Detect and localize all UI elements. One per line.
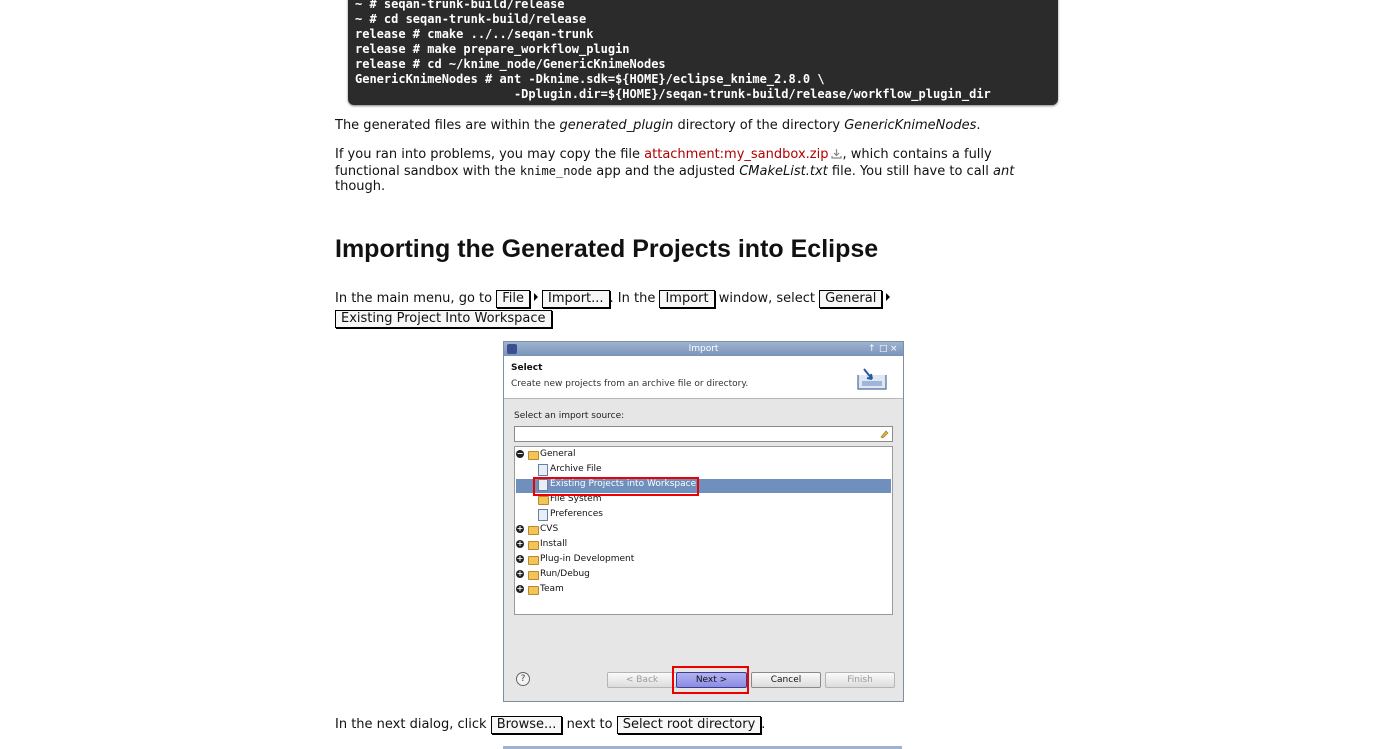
text: . In the <box>609 291 660 306</box>
paragraph-problems-line3: though. <box>335 179 385 195</box>
paragraph-next-dialog: In the next dialog, click Browse... next… <box>335 716 765 734</box>
paragraph-menu-path-line2: Existing Project Into Workspace <box>335 310 552 328</box>
text: window, select <box>714 291 820 306</box>
tree-item-label: Plug-in Development <box>540 554 635 564</box>
folder-icon <box>528 541 539 550</box>
highlight-box-existing-projects <box>533 477 699 496</box>
existing-project-label: Existing Project Into Workspace <box>335 310 552 328</box>
paragraph-generated-files: The generated files are within the gener… <box>335 118 980 134</box>
text: In the next dialog, click <box>335 717 491 732</box>
expand-icon[interactable]: + <box>516 525 524 533</box>
dialog-header: Select Create new projects from an archi… <box>504 356 903 399</box>
folder-icon <box>528 571 539 580</box>
text: next to <box>562 717 617 732</box>
finish-button[interactable]: Finish <box>825 672 895 688</box>
text: directory of the directory <box>673 118 845 133</box>
import-source-tree[interactable]: − General Archive File Existing Projects … <box>514 446 893 615</box>
code-line: release # cmake ../../seqan-trunk <box>355 27 594 41</box>
maximize-icon[interactable]: ↑ <box>868 343 876 355</box>
paragraph-problems: If you ran into problems, you may copy t… <box>335 147 992 163</box>
code-line: release # make prepare_workflow_plugin <box>355 42 630 56</box>
dialog-title: Import <box>688 344 719 354</box>
sandbox-attachment-link[interactable]: attachment:my_sandbox.zip <box>644 147 828 162</box>
download-icon[interactable] <box>831 149 843 159</box>
header-description: Create new projects from an archive file… <box>511 379 749 389</box>
import-wizard-icon <box>857 368 887 390</box>
source-label: Select an import source: <box>514 411 625 421</box>
folder-icon <box>528 526 539 535</box>
tree-item-label: Install <box>540 539 568 549</box>
help-icon[interactable]: ? <box>516 672 530 686</box>
emphasis: CMakeList.txt <box>739 164 828 179</box>
tree-item-label: Preferences <box>550 509 603 519</box>
text: app and the adjusted <box>592 164 740 179</box>
paragraph-menu-path: In the main menu, go to File Import.... I… <box>335 290 894 308</box>
restore-icon[interactable]: □ <box>879 343 888 355</box>
text: The generated files are within the <box>335 118 560 133</box>
paragraph-problems-line2: functional sandbox with the knime_node a… <box>335 163 1014 180</box>
inline-code: knime_node <box>519 164 593 178</box>
code-block: ~ # seqan-trunk-build/release ~ # cd seq… <box>348 0 1058 105</box>
tree-item-label: Run/Debug <box>540 569 590 579</box>
emphasis: GenericKnimeNodes <box>844 118 977 133</box>
emphasis: generated_plugin <box>559 118 674 133</box>
select-root-directory-label: Select root directory <box>616 716 762 734</box>
text: In the main menu, go to <box>335 291 497 306</box>
tree-item-label: General <box>540 449 576 459</box>
collapse-icon[interactable]: − <box>516 450 524 458</box>
code-line: -Dplugin.dir=${HOME}/seqan-trunk-build/r… <box>355 87 991 101</box>
expand-icon[interactable]: + <box>516 555 524 563</box>
expand-icon[interactable]: + <box>516 570 524 578</box>
header-title: Select <box>511 363 543 373</box>
arrow-right-icon <box>533 293 538 301</box>
preferences-icon <box>538 509 548 521</box>
code-line: release # cd ~/knime_node/GenericKnimeNo… <box>355 57 666 71</box>
eclipse-icon <box>507 344 517 354</box>
text: . <box>761 717 766 732</box>
expand-icon[interactable]: + <box>516 540 524 548</box>
text: If you ran into problems, you may copy t… <box>335 147 645 162</box>
browse-label: Browse... <box>490 716 563 734</box>
highlight-box-next <box>672 666 749 694</box>
tree-item-label: CVS <box>540 524 559 534</box>
menu-import-label: Import... <box>541 290 610 308</box>
code-line: ~ # seqan-trunk-build/release <box>355 0 565 11</box>
filter-input[interactable] <box>514 426 893 442</box>
general-label: General <box>819 290 883 308</box>
menu-file-label: File <box>496 290 530 308</box>
tree-item-label: Archive File <box>550 464 602 474</box>
back-button[interactable]: < Back <box>607 672 677 688</box>
clear-filter-icon[interactable] <box>879 428 890 439</box>
text: . <box>976 118 981 133</box>
close-icon[interactable]: × <box>890 343 898 355</box>
text: , which contains a fully <box>842 147 992 162</box>
text: functional sandbox with the <box>335 164 520 179</box>
cancel-button[interactable]: Cancel <box>751 672 821 688</box>
folder-icon <box>528 586 539 595</box>
code-line: ~ # cd seqan-trunk-build/release <box>355 12 587 26</box>
expand-icon[interactable]: + <box>516 585 524 593</box>
folder-icon <box>538 496 549 505</box>
code-line: GenericKnimeNodes # ant -Dknime.sdk=${HO… <box>355 72 825 86</box>
text: though. <box>335 179 386 194</box>
text: file. You still have to call <box>827 164 994 179</box>
emphasis: ant <box>993 164 1015 179</box>
folder-icon <box>528 556 539 565</box>
arrow-right-icon <box>886 293 891 301</box>
archive-icon <box>538 464 548 476</box>
tree-item-label: Team <box>540 584 564 594</box>
dialog-title-bar: Import ↑ □ × <box>504 342 903 356</box>
folder-icon <box>528 451 539 460</box>
import-window-label: Import <box>659 290 715 308</box>
section-heading: Importing the Generated Projects into Ec… <box>335 235 879 263</box>
import-dialog: Import ↑ □ × Select Create new projects … <box>503 341 904 702</box>
